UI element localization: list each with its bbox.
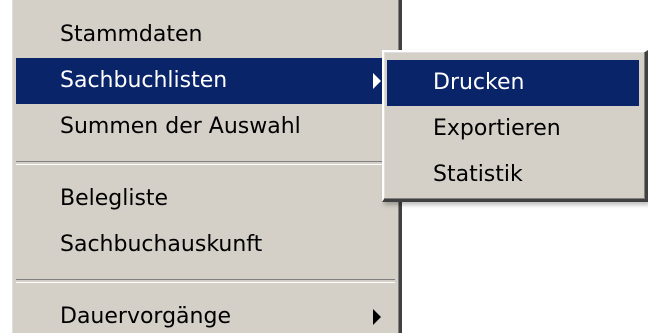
submenu-item-statistik[interactable]: Statistik [387, 152, 639, 198]
menu-separator [16, 161, 395, 165]
submenu-arrow-icon [373, 73, 381, 89]
menu-item-label: Summen der Auswahl [60, 114, 301, 139]
submenu-arrow-icon [373, 309, 381, 325]
menu-item-label: Sachbuchauskunft [60, 232, 263, 257]
menu-item-sachbuchauskunft[interactable]: Sachbuchauskunft [16, 222, 395, 268]
menu-item-label: Dauervorgänge [60, 304, 231, 329]
menu-item-sachbuchlisten[interactable]: Sachbuchlisten [16, 58, 395, 104]
menu-item-label: Sachbuchlisten [60, 68, 228, 93]
menu-item-dauervorgaenge[interactable]: Dauervorgänge [16, 294, 395, 333]
submenu-item-drucken[interactable]: Drucken [387, 60, 639, 106]
menu-item-belegliste[interactable]: Belegliste [16, 176, 395, 222]
screen: Stammdaten Sachbuchlisten Summen der Aus… [0, 0, 648, 333]
menu-item-summen-der-auswahl[interactable]: Summen der Auswahl [16, 104, 395, 150]
menu-item-label: Drucken [433, 70, 525, 95]
menu-item-label: Exportieren [433, 116, 561, 141]
context-menu: Stammdaten Sachbuchlisten Summen der Aus… [10, 0, 402, 333]
menu-item-label: Statistik [433, 162, 523, 187]
menu-item-label: Belegliste [60, 186, 169, 211]
submenu-sachbuchlisten: Drucken Exportieren Statistik [382, 50, 648, 202]
submenu-item-exportieren[interactable]: Exportieren [387, 106, 639, 152]
menu-item-label: Stammdaten [60, 22, 203, 47]
menu-item-stammdaten[interactable]: Stammdaten [16, 12, 395, 58]
menu-separator [16, 279, 395, 283]
